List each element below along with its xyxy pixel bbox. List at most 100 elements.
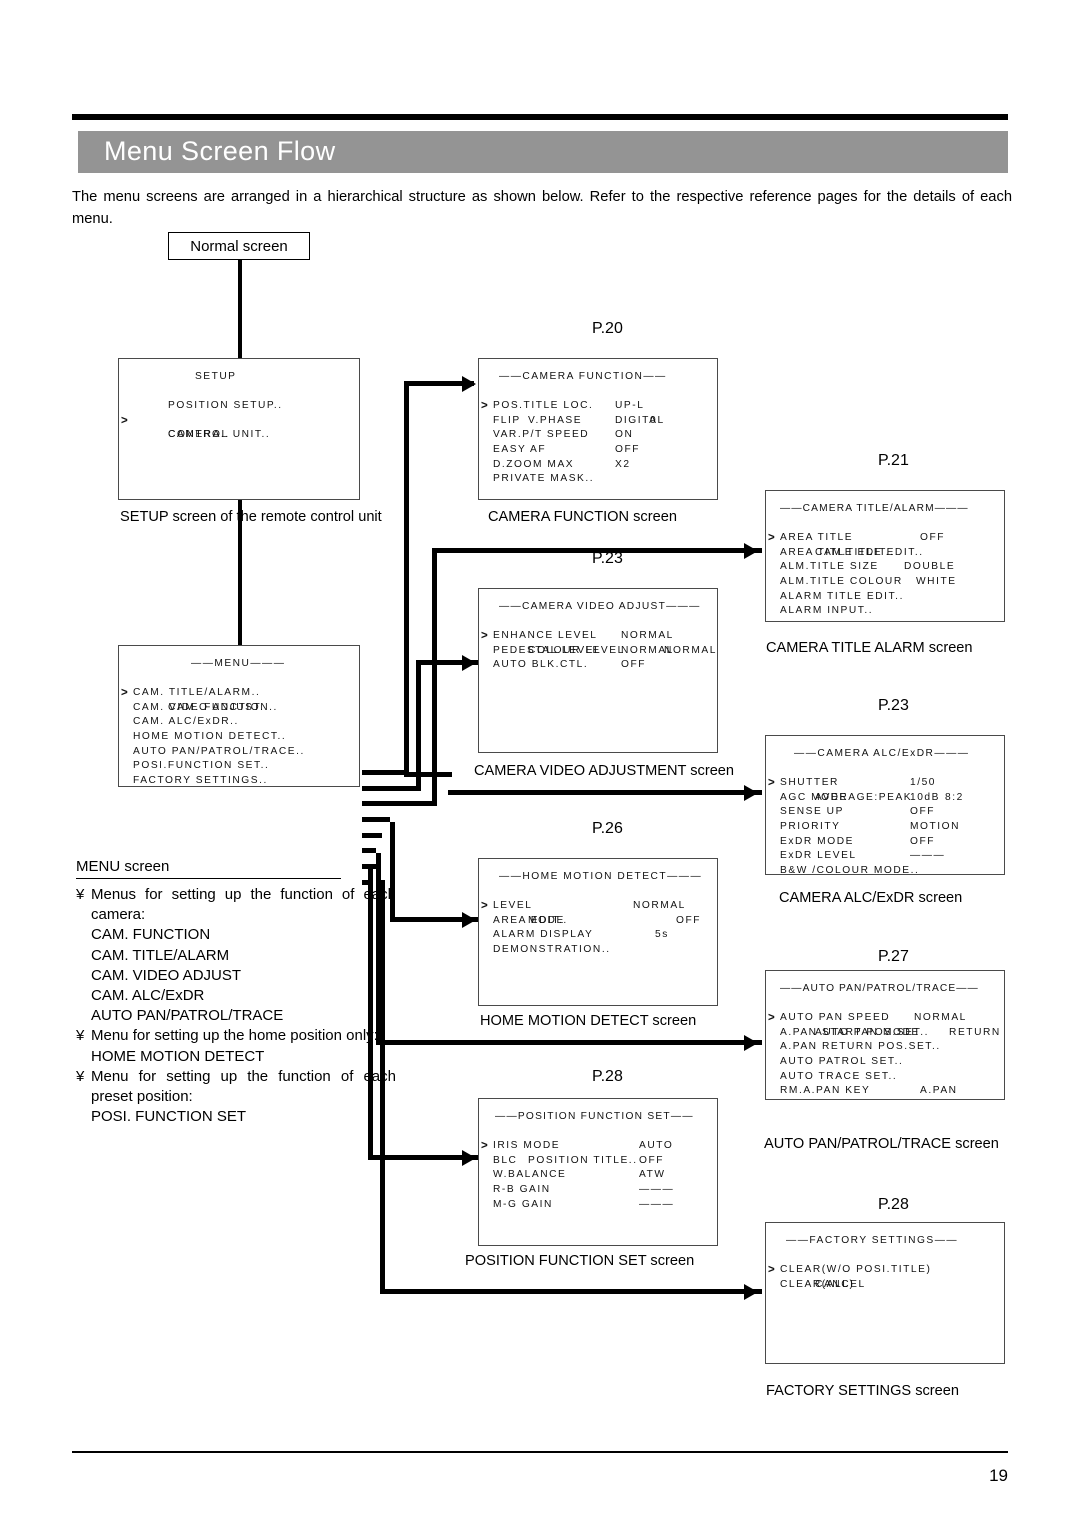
menu-note-item: CAM. FUNCTION bbox=[91, 926, 211, 944]
osd-row: PRIORITY MOTION bbox=[780, 820, 1000, 835]
arrow-to-camera-function bbox=[462, 376, 476, 392]
osd-camera-title-alarm-lines: ——CAMERA TITLE/ALARM——— > CAM.TITLE EDIT… bbox=[768, 502, 1000, 621]
osd-row: EASY AF OFF bbox=[493, 443, 713, 458]
osd-key: HOME MOTION DETECT.. bbox=[133, 730, 287, 742]
osd-row: R-B GAIN ——— bbox=[493, 1183, 713, 1198]
osd-row: > MODE OFF bbox=[481, 885, 713, 926]
page-ref-camera-alc-exdr: P.23 bbox=[878, 697, 909, 714]
osd-home-motion-detect-screen: ——HOME MOTION DETECT——— > MODE OFF LEVEL N… bbox=[478, 858, 718, 1006]
connector-fs-h bbox=[380, 1289, 762, 1294]
caption-home-motion-detect: HOME MOTION DETECT screen bbox=[480, 1013, 697, 1029]
cursor-icon: > bbox=[121, 414, 128, 427]
osd-value: MOTION bbox=[910, 820, 961, 832]
osd-value: A.PATROL bbox=[944, 1099, 1004, 1100]
cursor-icon: > bbox=[481, 400, 488, 413]
page-ref-camera-function: P.20 bbox=[592, 320, 623, 337]
osd-value: OFF bbox=[910, 835, 936, 847]
osd-value: RETURN bbox=[949, 1026, 1001, 1038]
osd-row: HOME MOTION DETECT.. bbox=[133, 730, 355, 745]
osd-row: > POSITION TITLE.. bbox=[481, 1125, 713, 1166]
osd-value: AUTO bbox=[639, 1140, 674, 1152]
menu-note-item: CAM. TITLE/ALARM bbox=[91, 946, 230, 964]
osd-key: CONTROL UNIT.. bbox=[168, 429, 271, 441]
connector-camvideo-v bbox=[416, 660, 421, 791]
header-rule bbox=[72, 114, 1008, 120]
osd-row: A.PAN RETURN POS.SET.. bbox=[780, 1040, 1000, 1055]
caption-camera-alc-exdr: CAMERA ALC/ExDR screen bbox=[779, 890, 963, 906]
osd-camera-title-alarm-screen: ——CAMERA TITLE/ALARM——— > CAM.TITLE EDIT… bbox=[765, 490, 1005, 622]
osd-key: M-G GAIN bbox=[493, 1198, 553, 1210]
connector-apt-h bbox=[376, 1040, 762, 1045]
osd-menu-screen: ——MENU——— > CAM. FUNCTION.. CAM. TITLE/A… bbox=[118, 645, 360, 787]
osd-row: ALARM DISPLAY 5s bbox=[493, 928, 713, 943]
menu-bus-6 bbox=[362, 848, 376, 853]
osd-key: CANCEL bbox=[815, 1278, 866, 1290]
osd-position-function-set-screen: ——POSITION FUNCTION SET—— > POSITION TIT… bbox=[478, 1098, 718, 1246]
menu-bus-3 bbox=[362, 801, 436, 806]
manual-page: Menu Screen Flow The menu screens are ar… bbox=[0, 0, 1080, 1528]
osd-value: DOUBLE bbox=[904, 561, 956, 573]
menu-note-heading: MENU screen bbox=[76, 858, 341, 879]
osd-row: ExDR LEVEL ——— bbox=[780, 849, 1000, 864]
osd-row: AUTO TRACE SET.. bbox=[780, 1070, 1000, 1085]
osd-row: RM.A.PATROL KEYA.PATROL bbox=[780, 1099, 1000, 1100]
osd-title: SETUP bbox=[195, 371, 237, 382]
osd-row: DEMONSTRATION.. bbox=[493, 943, 713, 958]
osd-auto-pan-patrol-trace-screen: ——AUTO PAN/PATROL/TRACE—— > AUTO PAN MOD… bbox=[765, 970, 1005, 1100]
osd-row: CAM. ALC/ExDR.. bbox=[133, 715, 355, 730]
osd-value: NORMAL bbox=[621, 630, 674, 642]
osd-row: RM.A.PAN KEY A.PAN bbox=[780, 1084, 1000, 1099]
menu-bus-4 bbox=[362, 817, 390, 822]
osd-row: > AVERAGE:PEAK 8:2 bbox=[768, 762, 1000, 803]
page-ref-factory-settings: P.28 bbox=[878, 1196, 909, 1213]
osd-value: NORMAL bbox=[664, 644, 717, 656]
cursor-icon: > bbox=[481, 630, 488, 643]
cursor-icon: > bbox=[768, 1012, 775, 1025]
menu-note-text: Menu for setting up the home position on… bbox=[91, 1027, 378, 1045]
osd-value: ——— bbox=[910, 850, 946, 862]
osd-row: > CAM.TITLE EDIT.. bbox=[768, 517, 1000, 558]
cursor-icon: > bbox=[481, 1140, 488, 1153]
osd-row: ALARM OUTPUT.. bbox=[780, 619, 1000, 621]
normal-screen-label: Normal screen bbox=[190, 237, 288, 255]
yen-bullet-icon: ¥ bbox=[76, 1067, 85, 1085]
osd-value: 1/50 bbox=[910, 777, 937, 789]
osd-key: V.PHASE bbox=[528, 414, 583, 426]
osd-row: FACTORY SETTINGS.. bbox=[133, 774, 355, 786]
cursor-icon: > bbox=[768, 1264, 775, 1277]
connector-normal-to-setup bbox=[238, 260, 242, 368]
menu-note-group: ¥ Menu for setting up the function of ea… bbox=[76, 1067, 396, 1107]
osd-camera-function-screen: ——CAMERA FUNCTION—— > V.PHASE 0 POS.TITLE… bbox=[478, 358, 718, 500]
osd-key: ExDR MODE bbox=[780, 835, 854, 847]
osd-row: ExDR MODE OFF bbox=[780, 835, 1000, 850]
cursor-icon: > bbox=[121, 687, 128, 700]
osd-key: R-B GAIN bbox=[493, 1183, 551, 1195]
menu-bus-1 bbox=[362, 770, 404, 775]
osd-title: ——HOME MOTION DETECT——— bbox=[499, 871, 703, 882]
osd-key: ALARM TITLE EDIT.. bbox=[780, 590, 904, 602]
osd-value: OFF bbox=[910, 806, 936, 818]
intro-paragraph: The menu screens are arranged in a hiera… bbox=[72, 189, 1012, 227]
osd-title: ——POSITION FUNCTION SET—— bbox=[495, 1111, 694, 1122]
menu-bus-2 bbox=[362, 786, 420, 791]
osd-row: POSI.FUNCTION SET.. bbox=[133, 759, 355, 774]
osd-row: POSITION SETUP.. bbox=[133, 385, 355, 411]
osd-row: ALM.TITLE COLOUR WHITE bbox=[780, 575, 1000, 590]
osd-row: > COLOUR LEVEL NORMAL bbox=[481, 615, 715, 656]
osd-key: ExDR LEVEL bbox=[780, 850, 857, 862]
menu-screen-note: MENU screen ¥ Menus for setting up the f… bbox=[76, 858, 396, 1127]
footer-rule bbox=[72, 1451, 1008, 1453]
arrow-to-camera-video-adjust bbox=[462, 655, 476, 671]
osd-key: AUTO PATROL SET.. bbox=[780, 1055, 904, 1067]
osd-value: ——— bbox=[639, 1183, 675, 1195]
caption-factory-settings: FACTORY SETTINGS screen bbox=[766, 1383, 960, 1399]
page-ref-camera-video-adjust: P.23 bbox=[592, 550, 623, 567]
osd-camera-function-lines: ——CAMERA FUNCTION—— > V.PHASE 0 POS.TITLE… bbox=[481, 370, 713, 487]
caption-position-function-set: POSITION FUNCTION SET screen bbox=[465, 1253, 695, 1269]
page-ref-auto-pan-patrol-trace: P.27 bbox=[878, 948, 909, 965]
osd-value: 0 bbox=[650, 414, 658, 426]
osd-row: B&W /COLOUR MODE.. bbox=[780, 864, 1000, 874]
osd-row: M-G GAIN ——— bbox=[493, 1198, 713, 1213]
arrow-to-camera-title-alarm bbox=[744, 543, 758, 559]
osd-key: POSITION TITLE.. bbox=[528, 1154, 638, 1166]
